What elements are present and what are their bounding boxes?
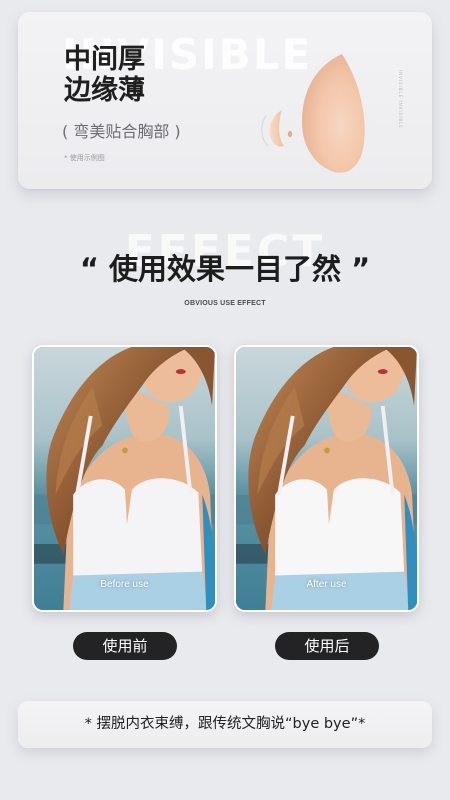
bra-pad-icon [261,54,365,173]
before-use-button[interactable]: 使用前 [73,632,177,660]
after-use-photo: After use [234,345,419,612]
effect-subtitle: OBVIOUS USE EFFECT [184,300,266,307]
feature-title-line2: 边缘薄 [64,75,145,106]
after-use-caption: After use [306,579,347,590]
before-use-photo: Before use [32,345,217,612]
model-photo-before [34,347,215,610]
before-use-caption: Before use [100,579,149,590]
feature-subtitle: ( 弯美贴合胸部 ) [62,122,181,141]
slogan-banner: * 摆脱内衣束缚，跟传统文胸说“bye bye”* [18,701,432,748]
model-photo-after [236,347,417,610]
vertical-watermark-text: INVISIBLE INVISIBLE [398,70,403,129]
feature-title: 中间厚 边缘薄 [64,44,194,106]
feature-title-line1: 中间厚 [64,44,145,75]
slogan-text: * 摆脱内衣束缚，跟传统文胸说“bye bye”* [84,716,366,732]
effect-title: “ 使用效果一目了然 ” [79,252,371,286]
sample-image-note: * 使用示例图 [64,154,105,162]
product-feature-card: INVISIBLE 中间厚 边缘薄 ( 弯美贴合胸部 ) * 使用示例图 INV… [18,12,432,189]
after-use-button[interactable]: 使用后 [275,632,379,660]
